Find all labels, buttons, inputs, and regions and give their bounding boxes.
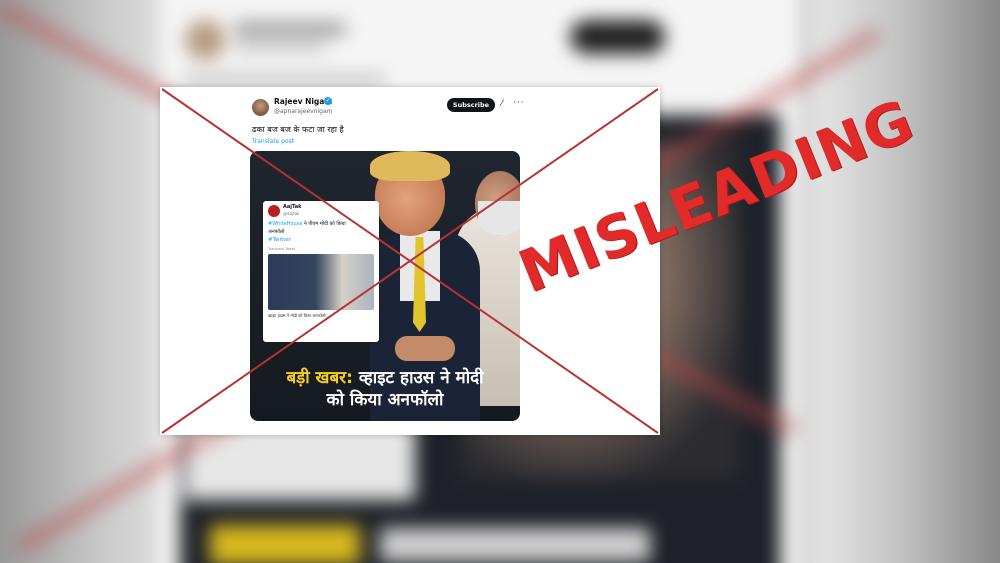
embedded-translate-label: Translate Tweet [268,247,296,251]
embedded-tweet: AajTak @aajtak #WhiteHouse ने पीएम मोदी … [263,201,379,342]
avatar[interactable] [252,99,269,116]
embedded-caption: व्हाइट हाउस ने मोदी को किया अनफॉलो [268,313,326,318]
author-handle[interactable]: @apnarajeevnigam [274,108,333,115]
tweet-photo[interactable]: AajTak @aajtak #WhiteHouse ने पीएम मोदी … [250,151,520,421]
embedded-text: ने पीएम मोदी को किया [304,221,346,227]
headline: बड़ी खबर: व्हाइट हाउस ने मोदी को किया अन… [250,367,520,411]
embedded-photo [268,254,374,310]
grok-icon[interactable]: ⁄ [501,99,503,109]
verified-badge-icon: ✓ [324,97,332,105]
tweet-text: ढका बज बज के फटा जा रहा है [252,125,344,134]
hashtag-twitter: #Twitter [268,237,292,243]
subscribe-button[interactable]: Subscribe [447,98,495,112]
embedded-text-line2: अनफॉलो [268,229,285,235]
more-options-icon[interactable]: ··· [513,98,525,108]
embedded-text-line1: #WhiteHouse ने पीएम मोदी को किया [268,221,346,227]
headline-line2: को किया अनफॉलो [326,390,444,410]
hashtag-whitehouse: #WhiteHouse [268,221,303,227]
embedded-author-name: AajTak [283,204,302,210]
embedded-author-handle: @aajtak [283,211,300,216]
translate-post-link[interactable]: Translate post [252,138,294,145]
headline-highlight: बड़ी खबर: [286,368,353,388]
embedded-avatar [268,205,280,217]
headline-line1: व्हाइट हाउस ने मोदी [358,368,484,388]
